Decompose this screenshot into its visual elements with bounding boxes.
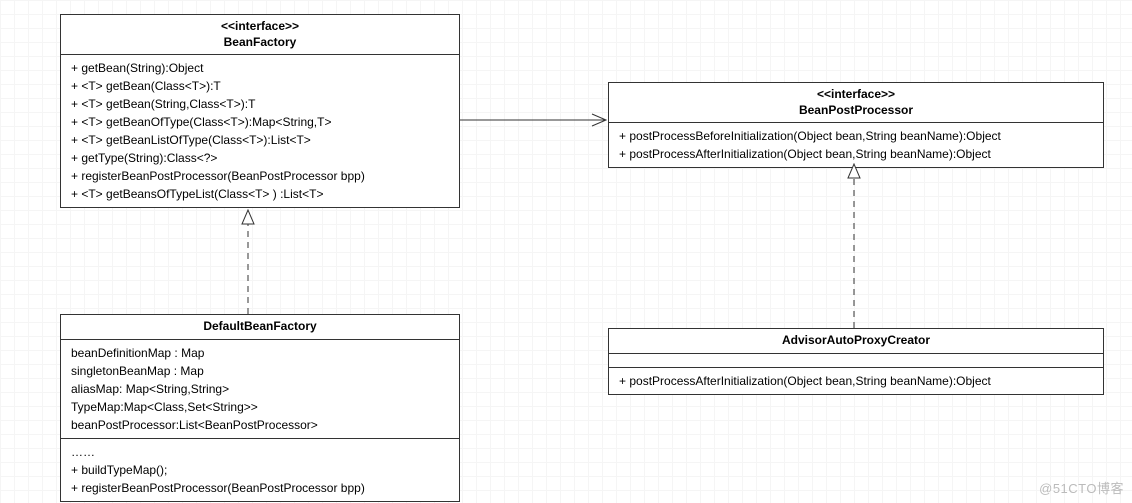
watermark: @51CTO博客 (1039, 478, 1124, 497)
class-bean-factory: <<interface>> BeanFactory + getBean(Stri… (60, 14, 460, 208)
method: + postProcessBeforeInitialization(Object… (619, 127, 1093, 145)
class-header: AdvisorAutoProxyCreator (609, 329, 1103, 354)
empty-compartment (609, 354, 1103, 368)
attribute: TypeMap:Map<Class,Set<String>> (71, 398, 449, 416)
class-name: AdvisorAutoProxyCreator (617, 333, 1095, 349)
method: + getType(String):Class<?> (71, 149, 449, 167)
class-name: BeanPostProcessor (617, 103, 1095, 119)
method: + <T> getBean(Class<T>):T (71, 77, 449, 95)
attribute: beanDefinitionMap : Map (71, 344, 449, 362)
method: …… (71, 443, 449, 461)
stereotype-label: <<interface>> (617, 87, 1095, 103)
class-advisor-auto-proxy-creator: AdvisorAutoProxyCreator + postProcessAft… (608, 328, 1104, 395)
methods-compartment: + postProcessBeforeInitialization(Object… (609, 123, 1103, 167)
class-default-bean-factory: DefaultBeanFactory beanDefinitionMap : M… (60, 314, 460, 502)
methods-compartment: + getBean(String):Object + <T> getBean(C… (61, 55, 459, 207)
method: + postProcessAfterInitialization(Object … (619, 372, 1093, 390)
method: + buildTypeMap(); (71, 461, 449, 479)
class-header: DefaultBeanFactory (61, 315, 459, 340)
attribute: aliasMap: Map<String,String> (71, 380, 449, 398)
method: + <T> getBeansOfTypeList(Class<T> ) :Lis… (71, 185, 449, 203)
attribute: singletonBeanMap : Map (71, 362, 449, 380)
class-header: <<interface>> BeanPostProcessor (609, 83, 1103, 123)
class-name: BeanFactory (69, 35, 451, 51)
method: + getBean(String):Object (71, 59, 449, 77)
attribute: beanPostProcessor:List<BeanPostProcessor… (71, 416, 449, 434)
attributes-compartment: beanDefinitionMap : Map singletonBeanMap… (61, 340, 459, 439)
class-bean-post-processor: <<interface>> BeanPostProcessor + postPr… (608, 82, 1104, 168)
method: + postProcessAfterInitialization(Object … (619, 145, 1093, 163)
class-header: <<interface>> BeanFactory (61, 15, 459, 55)
methods-compartment: …… + buildTypeMap(); + registerBeanPostP… (61, 439, 459, 501)
method: + <T> getBean(String,Class<T>):T (71, 95, 449, 113)
method: + registerBeanPostProcessor(BeanPostProc… (71, 479, 449, 497)
class-name: DefaultBeanFactory (69, 319, 451, 335)
method: + <T> getBeanOfType(Class<T>):Map<String… (71, 113, 449, 131)
methods-compartment: + postProcessAfterInitialization(Object … (609, 368, 1103, 394)
stereotype-label: <<interface>> (69, 19, 451, 35)
method: + registerBeanPostProcessor(BeanPostProc… (71, 167, 449, 185)
method: + <T> getBeanListOfType(Class<T>):List<T… (71, 131, 449, 149)
